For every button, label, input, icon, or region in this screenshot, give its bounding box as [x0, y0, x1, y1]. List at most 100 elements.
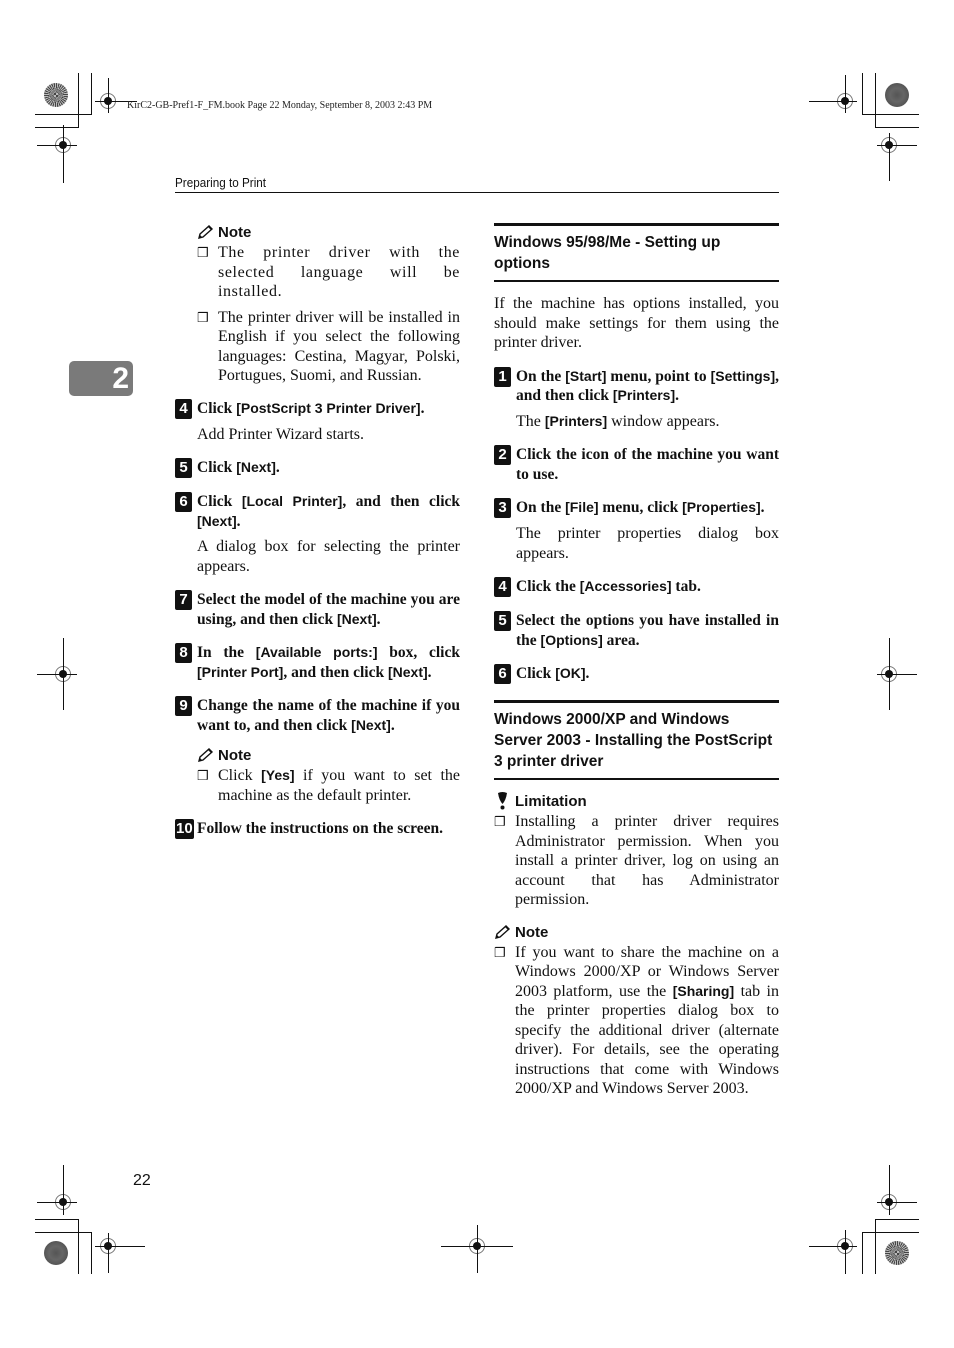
checkbox-bullet-icon: ❒	[197, 245, 210, 260]
text-run: , and then click	[342, 493, 461, 510]
text-run: Click	[197, 399, 237, 417]
step-item: 6 Click [OK].	[494, 664, 779, 684]
text-run: menu, click	[598, 499, 683, 516]
note-item: ❒ Click [Yes] if you want to set the mach…	[197, 766, 460, 805]
ui-keyword: [Local Printer]	[241, 493, 343, 509]
note-title: Note	[218, 224, 252, 241]
text-run: window appears.	[607, 412, 720, 430]
step-text: Click the icon of the machine you want t…	[516, 445, 779, 484]
step-number-icon: 1	[494, 366, 516, 406]
ui-keyword: [Start]	[565, 367, 607, 384]
note-heading: Note	[494, 924, 779, 941]
step-text: In the [Available ports:] box, click [Pr…	[197, 643, 460, 682]
right-column: Windows 95/98/Me - Setting up options If…	[494, 223, 779, 1099]
step-number-icon: 8	[175, 643, 197, 682]
step-item: 5 Click [Next].	[175, 458, 460, 478]
note-item: ❒ The printer driver with the selected l…	[197, 244, 460, 300]
step-instruction: 7 Select the model of the machine you are…	[175, 590, 460, 629]
step-text: Select the options you have installed in…	[516, 611, 779, 650]
step-result: A dialog box for selecting the printer a…	[197, 537, 460, 576]
text-run: .	[585, 665, 590, 682]
step-instruction: 1 On the [Start] menu, point to [Settings…	[494, 366, 779, 406]
step-text: Click [Next].	[197, 458, 460, 478]
step-number-icon: 7	[175, 590, 197, 629]
text-run: Click the	[516, 578, 580, 595]
text-run: box, click	[377, 644, 460, 661]
left-column: Note ❒ The printer driver with the selec…	[175, 224, 460, 839]
step-item: 4 Click the [Accessories] tab.	[494, 577, 779, 597]
step-item: 2 Click the icon of the machine you want …	[494, 445, 779, 484]
text-run: Change the name of the machine if you wa…	[197, 697, 460, 734]
pencil-icon	[197, 225, 214, 240]
step-item: 5 Select the options you have installed i…	[494, 611, 779, 650]
note-block: Note ❒ Click [Yes] if you want to set the …	[197, 747, 460, 805]
text-run: .	[376, 610, 381, 628]
checkbox-bullet-icon: ❒	[494, 944, 506, 960]
note-item: ❒ The printer driver will be installed i…	[197, 308, 460, 385]
ui-keyword: [Next]	[197, 512, 237, 529]
checkbox-bullet-icon: ❒	[494, 814, 506, 829]
step-text: Select the model of the machine you are …	[197, 590, 460, 629]
ui-keyword: [PostScript 3 Printer Driver]	[236, 399, 421, 416]
running-head: Preparing to Print	[175, 175, 267, 190]
text-run: Click the icon of the machine you want t…	[516, 446, 779, 483]
step-result: Add Printer Wizard starts.	[197, 425, 460, 445]
ui-keyword: [Printers]	[612, 387, 676, 403]
text-run: .	[236, 512, 241, 530]
limitation-item: ❒ Installing a printer driver requires A…	[494, 813, 779, 908]
step-instruction: 4 Click the [Accessories] tab.	[494, 577, 779, 597]
ui-keyword: [Next]	[351, 716, 391, 733]
ui-keyword: [Printers]	[544, 412, 608, 429]
text-run: Add Printer Wizard starts.	[197, 425, 365, 443]
text-run: Click	[197, 493, 242, 510]
note-item: ❒ If you want to share the machine on a …	[494, 943, 779, 1099]
registration-disc-icon	[44, 83, 68, 107]
text-run: Follow the instructions on the screen.	[197, 820, 443, 837]
step-number-icon: 5	[494, 611, 516, 650]
ui-keyword: [Yes]	[261, 767, 295, 783]
step-instruction: 5 Select the options you have installed i…	[494, 611, 779, 650]
text-run: The printer properties dialog box appear…	[516, 525, 779, 562]
step-item: 9 Change the name of the machine if you w…	[175, 696, 460, 735]
ui-keyword: [Available ports:]	[255, 644, 378, 660]
step-text: On the [Start] menu, point to [Settings]…	[516, 367, 779, 406]
checkbox-bullet-icon: ❒	[197, 768, 209, 783]
step-result: The [Printers] window appears.	[516, 412, 779, 432]
step-text: On the [File] menu, click [Properties].	[516, 498, 779, 518]
text-run: .	[420, 399, 425, 417]
text-run: .	[675, 387, 679, 404]
note-title: Note	[515, 923, 549, 941]
step-number-icon: 6	[494, 664, 516, 684]
step-instruction: 5 Click [Next].	[175, 458, 460, 478]
ui-keyword: [Properties]	[682, 499, 761, 515]
step-number-icon: 9	[175, 696, 197, 735]
ui-keyword: [Options]	[540, 631, 603, 648]
step-instruction: 6 Click [Local Printer], and then click […	[175, 492, 460, 531]
step-text: Click [OK].	[516, 664, 779, 684]
pencil-icon	[197, 748, 214, 763]
ui-keyword: [Next]	[236, 459, 276, 475]
text-run: area.	[602, 631, 640, 649]
limitation-block: Limitation ❒ Installing a printer driver…	[494, 792, 779, 910]
step-item: 7 Select the model of the machine you are…	[175, 590, 460, 629]
registration-disc-icon	[44, 1241, 68, 1265]
limitation-icon	[494, 792, 511, 810]
section-heading: Windows 2000/XP and Windows Server 2003 …	[494, 700, 779, 780]
note-block: Note ❒ The printer driver with the selec…	[197, 224, 460, 386]
pencil-icon	[494, 924, 511, 940]
step-item: 10 Follow the instructions on the screen.	[175, 819, 460, 839]
limitation-title: Limitation	[515, 792, 587, 810]
step-instruction: 10 Follow the instructions on the screen.	[175, 819, 460, 839]
ui-keyword: [Printer Port]	[197, 663, 284, 680]
step-item: 1 On the [Start] menu, point to [Settings…	[494, 366, 779, 432]
note-title: Note	[218, 747, 252, 764]
text-run: tab.	[671, 578, 701, 595]
note-heading: Note	[197, 224, 460, 241]
step-text: Click [PostScript 3 Printer Driver].	[197, 399, 460, 419]
step-item: 3 On the [File] menu, click [Properties].…	[494, 498, 779, 563]
text-run: .	[427, 663, 432, 681]
page-number: 22	[133, 1172, 151, 1189]
checkbox-bullet-icon: ❒	[197, 309, 209, 325]
text-run: Click	[516, 665, 556, 682]
step-instruction: 9 Change the name of the machine if you w…	[175, 696, 460, 735]
